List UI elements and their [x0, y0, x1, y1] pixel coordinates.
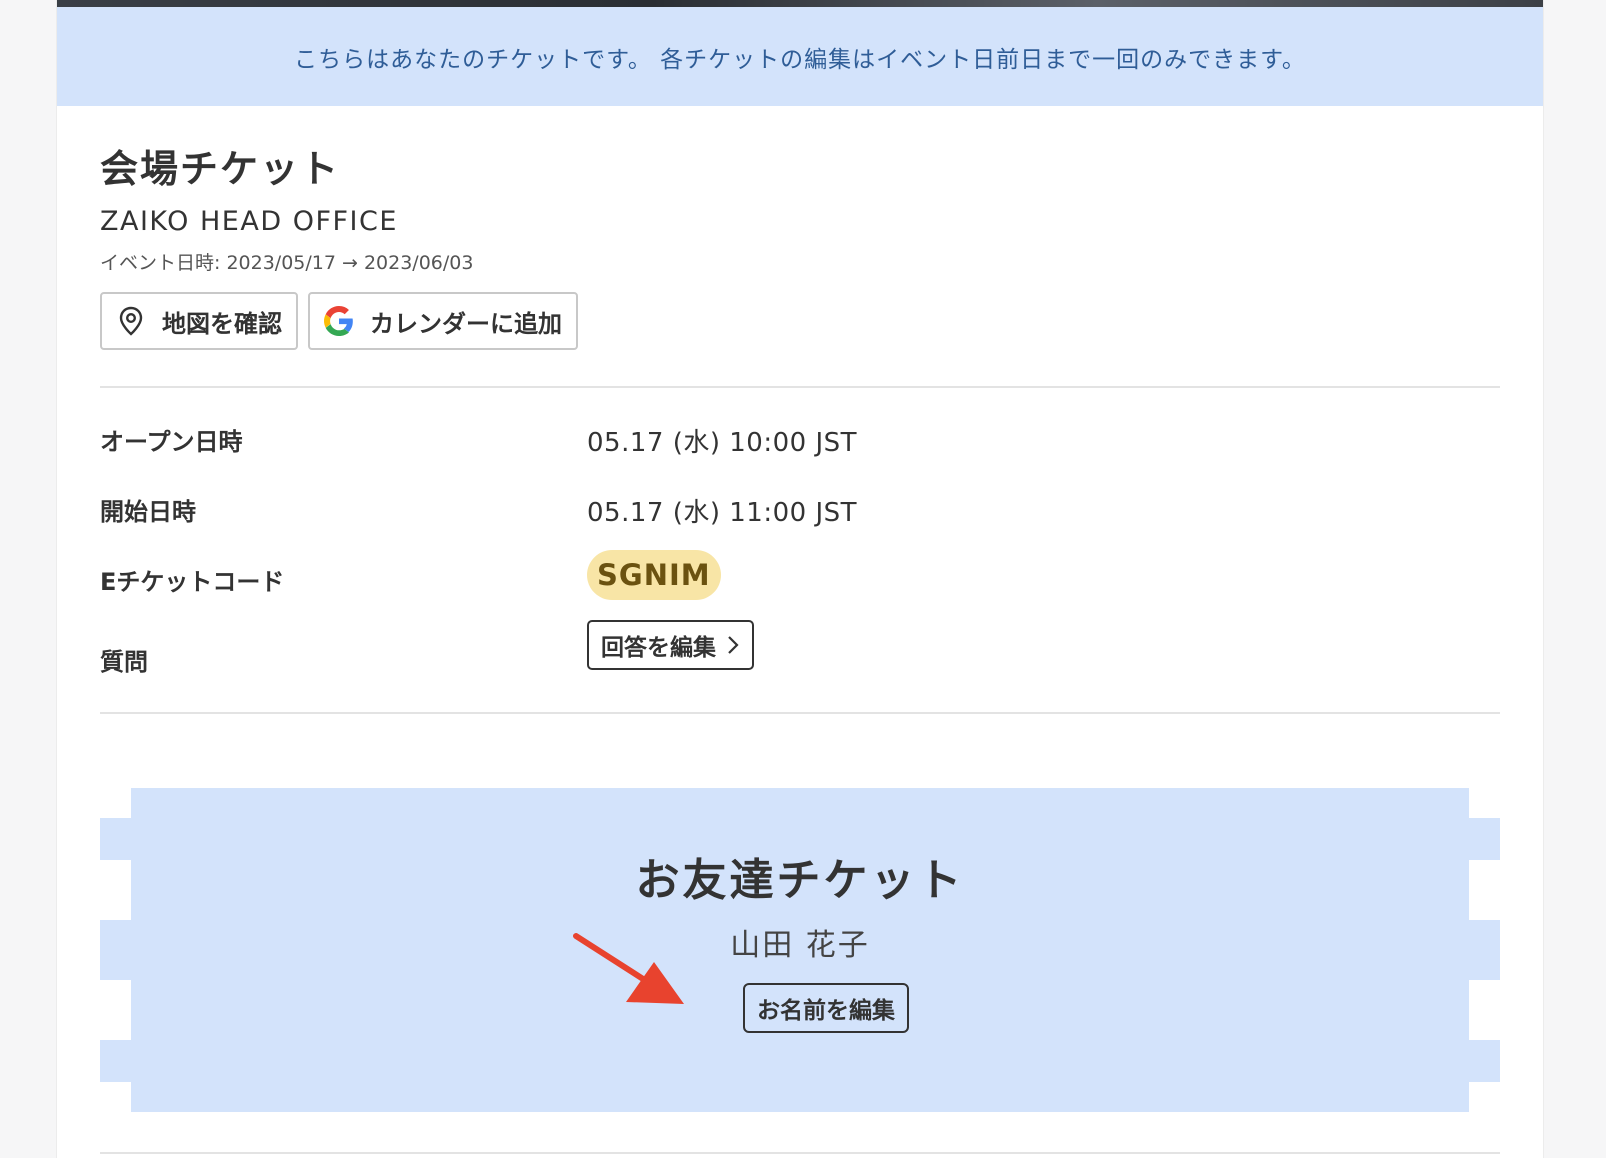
friend-ticket-title: お友達チケット — [635, 855, 965, 906]
edit-answer-label: 回答を編集 — [601, 635, 716, 661]
friend-ticket-holder-name: 山田 花子 — [730, 928, 870, 963]
ticket-page: こちらはあなたのチケットです。 各チケットの編集はイベント日前日まで一回のみでき… — [56, 0, 1544, 1158]
ticket-edge — [1469, 920, 1500, 980]
add-to-calendar-button[interactable]: カレンダーに追加 — [308, 292, 578, 350]
edit-answer-button[interactable]: 回答を編集 — [587, 620, 754, 670]
divider — [100, 1152, 1500, 1154]
ticket-title: 会場チケット — [100, 147, 341, 191]
ticket-edge — [1469, 1040, 1500, 1082]
eticket-code-row: Eチケットコード SGNIM — [100, 550, 1500, 602]
ticket-edge — [100, 818, 131, 860]
eticket-code-badge: SGNIM — [587, 550, 721, 600]
divider — [100, 712, 1500, 714]
open-time-row: オープン日時 05.17 (水) 10:00 JST — [100, 422, 1500, 462]
notice-banner: こちらはあなたのチケットです。 各チケットの編集はイベント日前日まで一回のみでき… — [57, 7, 1543, 106]
start-time-value: 05.17 (水) 11:00 JST — [587, 498, 857, 528]
question-row: 質問 回答を編集 — [100, 620, 1500, 682]
start-time-row: 開始日時 05.17 (水) 11:00 JST — [100, 492, 1500, 532]
map-button-label: 地図を確認 — [162, 309, 282, 338]
action-buttons: 地図を確認 カレンダーに追加 — [100, 292, 578, 350]
start-time-label: 開始日時 — [100, 498, 196, 526]
map-button[interactable]: 地図を確認 — [100, 292, 298, 350]
ticket-edge — [100, 920, 131, 980]
open-time-value: 05.17 (水) 10:00 JST — [587, 428, 857, 458]
hero-image-strip — [57, 0, 1543, 7]
event-date: イベント日時: 2023/05/17 → 2023/06/03 — [100, 252, 474, 274]
edit-name-button[interactable]: お名前を編集 — [743, 983, 909, 1033]
venue-name: ZAIKO HEAD OFFICE — [100, 206, 398, 237]
google-icon — [322, 304, 356, 338]
friend-ticket-body: お友達チケット 山田 花子 お名前を編集 — [131, 788, 1469, 1112]
annotation-arrow-icon — [573, 933, 684, 1004]
question-label: 質問 — [100, 648, 148, 676]
notice-text: こちらはあなたのチケットです。 各チケットの編集はイベント日前日まで一回のみでき… — [294, 46, 1306, 73]
divider — [100, 386, 1500, 388]
eticket-code-label: Eチケットコード — [100, 568, 285, 596]
ticket-edge — [100, 1040, 131, 1082]
map-pin-icon — [114, 304, 148, 338]
chevron-right-icon — [726, 634, 740, 656]
open-time-label: オープン日時 — [100, 428, 243, 456]
add-to-calendar-label: カレンダーに追加 — [370, 309, 562, 338]
friend-ticket-card: お友達チケット 山田 花子 お名前を編集 — [100, 788, 1500, 1112]
ticket-edge — [1469, 818, 1500, 860]
